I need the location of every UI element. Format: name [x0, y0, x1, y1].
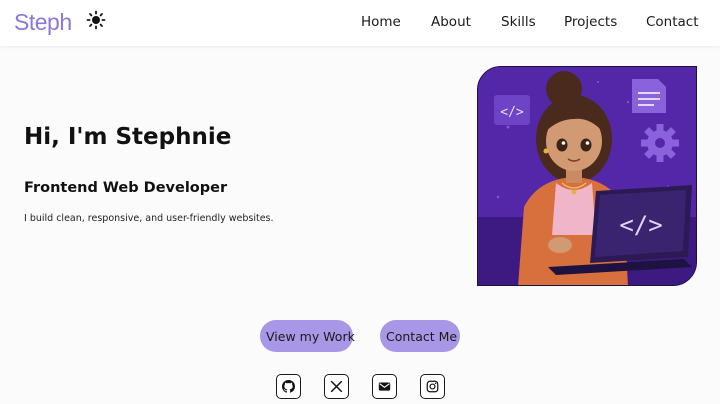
nav-link-contact[interactable]: Contact [646, 14, 699, 30]
github-link[interactable] [276, 374, 301, 399]
avatar-illustration: </> </> [477, 66, 697, 286]
svg-text:</>: </> [500, 105, 524, 120]
nav-link-skills[interactable]: Skills [501, 14, 536, 30]
instagram-icon [426, 380, 439, 393]
view-work-button[interactable]: View my Work [260, 320, 355, 352]
svg-text:</>: </> [619, 211, 662, 239]
x-link[interactable] [324, 374, 349, 399]
hero-description: I build clean, responsive, and user-frie… [24, 213, 274, 224]
x-icon [330, 380, 343, 393]
hero-title: Hi, I'm Stephnie [24, 124, 232, 150]
navbar: Steph Home About Skills Projects Contact [0, 0, 720, 46]
contact-me-button[interactable]: Contact Me [380, 320, 460, 352]
main-nav: Home About Skills Projects Contact [0, 14, 720, 32]
nav-link-home[interactable]: Home [361, 14, 401, 30]
email-link[interactable] [372, 374, 397, 399]
nav-link-projects[interactable]: Projects [564, 14, 617, 30]
mail-icon [378, 382, 391, 391]
hero-subtitle: Frontend Web Developer [24, 180, 228, 196]
nav-link-about[interactable]: About [431, 14, 471, 30]
instagram-link[interactable] [420, 374, 445, 399]
github-icon [282, 380, 295, 393]
avatar-artwork: </> </> [478, 67, 696, 285]
